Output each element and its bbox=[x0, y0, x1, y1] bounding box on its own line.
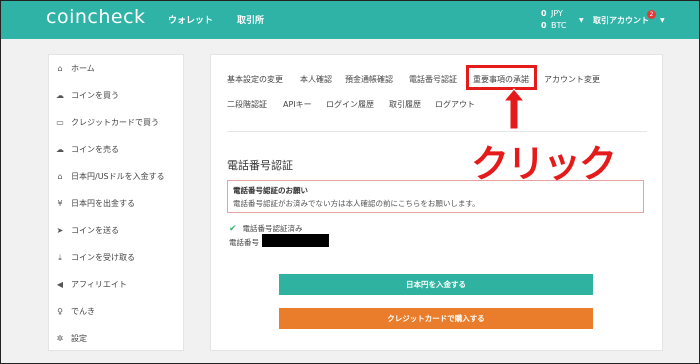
sidebar-item-label: コインを売る bbox=[71, 145, 119, 154]
nav-exchange[interactable]: 取引所 bbox=[237, 13, 264, 26]
tab-login-history[interactable]: ログイン履歴 bbox=[326, 99, 374, 110]
sidebar-item-electricity[interactable]: ♀ でんき bbox=[49, 298, 183, 325]
arrow-up-icon bbox=[502, 88, 526, 130]
cloud-upload-icon: ☁ bbox=[56, 145, 64, 154]
sidebar-item-sell-coin[interactable]: ☁ コインを売る bbox=[49, 136, 183, 163]
sidebar-item-send-coin[interactable]: ➤ コインを送る bbox=[49, 217, 183, 244]
bank-icon: ⌂ bbox=[57, 172, 63, 181]
sidebar-item-home[interactable]: ⌂ ホーム bbox=[49, 55, 183, 82]
sidebar-item-receive-coin[interactable]: ⤓ コインを受け取る bbox=[49, 244, 183, 271]
sidebar-item-label: でんき bbox=[71, 307, 95, 316]
tab-logout[interactable]: ログアウト bbox=[435, 99, 475, 110]
sidebar-item-label: 日本円を出金する bbox=[71, 199, 135, 208]
checkmark-icon: ✔ bbox=[229, 224, 237, 234]
balance-jpy: 0 JPY bbox=[541, 9, 563, 18]
top-bar: coincheck ウォレット 取引所 0 JPY 0 BTC ▼ 取引アカウント … bbox=[1, 1, 699, 39]
tab-account-change[interactable]: アカウント変更 bbox=[544, 74, 600, 85]
sidebar-item-label: コインを送る bbox=[71, 226, 119, 235]
sidebar-item-buy-coin[interactable]: ☁ コインを買う bbox=[49, 82, 183, 109]
gear-icon: ✲ bbox=[56, 334, 64, 343]
account-menu[interactable]: 取引アカウント bbox=[593, 15, 649, 26]
sidebar-item-affiliate[interactable]: ◀ アフィリエイト bbox=[49, 271, 183, 298]
account-dropdown-icon[interactable]: ▼ bbox=[660, 17, 665, 24]
click-annotation: クリック bbox=[471, 142, 617, 186]
sidebar-item-label: コインを買う bbox=[71, 91, 119, 100]
sidebar-item-label: アフィリエイト bbox=[71, 280, 127, 289]
lightbulb-icon: ♀ bbox=[57, 307, 63, 316]
alert-body: 電話番号認証がお済みでない方は本人確認の前にこちらをお願いします。 bbox=[233, 199, 480, 208]
sidebar-item-label: 設定 bbox=[71, 334, 87, 343]
sidebar-item-withdraw[interactable]: ¥ 日本円を出金する bbox=[49, 190, 183, 217]
alert-title: 電話番号認証のお願い bbox=[233, 186, 308, 195]
tab-identity-verification[interactable]: 本人確認 bbox=[300, 74, 332, 85]
buy-with-card-button[interactable]: クレジットカードで購入する bbox=[279, 308, 593, 329]
download-icon: ⤓ bbox=[58, 252, 62, 262]
sidebar-item-credit-card[interactable]: ▭ クレジットカードで買う bbox=[49, 109, 183, 136]
balance-dropdown-icon[interactable]: ▼ bbox=[579, 17, 584, 24]
megaphone-icon: ◀ bbox=[56, 280, 64, 289]
verified-status: ✔ 電話番号認証済み bbox=[229, 223, 303, 234]
balance-btc: 0 BTC bbox=[541, 21, 567, 30]
phone-number-label: 電話番号 bbox=[229, 238, 259, 247]
tab-api-key[interactable]: APIキー bbox=[283, 99, 312, 110]
notification-badge: 2 bbox=[647, 10, 656, 19]
nav-wallet[interactable]: ウォレット bbox=[168, 13, 213, 26]
divider bbox=[227, 131, 647, 132]
sidebar-item-settings[interactable]: ✲ 設定 bbox=[49, 325, 183, 352]
sidebar-item-label: コインを受け取る bbox=[71, 253, 135, 262]
tab-phone-verification[interactable]: 電話番号認証 bbox=[409, 74, 457, 85]
deposit-jpy-button[interactable]: 日本円を入金する bbox=[279, 274, 593, 295]
main-panel: 基本設定の変更 本人確認 預金通帳確認 電話番号認証 重要事項の承諾 アカウント… bbox=[210, 54, 663, 351]
sidebar: ⌂ ホーム ☁ コインを買う ▭ クレジットカードで買う ☁ コインを売る ⌂ … bbox=[48, 54, 184, 351]
tab-basic-settings[interactable]: 基本設定の変更 bbox=[227, 74, 283, 85]
tab-trade-history[interactable]: 取引履歴 bbox=[389, 99, 421, 110]
sidebar-item-label: ホーム bbox=[71, 64, 95, 73]
tab-bankbook-verification[interactable]: 預金通帳確認 bbox=[345, 74, 393, 85]
sidebar-item-label: クレジットカードで買う bbox=[71, 118, 159, 127]
coincheck-logo[interactable]: coincheck bbox=[46, 6, 146, 28]
send-icon: ➤ bbox=[56, 226, 64, 235]
cloud-download-icon: ☁ bbox=[56, 91, 64, 100]
phone-number-redacted bbox=[262, 234, 329, 247]
tab-two-factor[interactable]: 二段階認証 bbox=[227, 99, 267, 110]
sidebar-item-label: 日本円/USドルを入金する bbox=[71, 172, 165, 181]
sidebar-item-deposit[interactable]: ⌂ 日本円/USドルを入金する bbox=[49, 163, 183, 190]
verified-label: 電話番号認証済み bbox=[242, 224, 303, 233]
section-title: 電話番号認証 bbox=[227, 159, 293, 172]
home-icon: ⌂ bbox=[57, 64, 63, 73]
credit-card-icon: ▭ bbox=[56, 118, 64, 127]
yen-icon: ¥ bbox=[57, 199, 63, 208]
